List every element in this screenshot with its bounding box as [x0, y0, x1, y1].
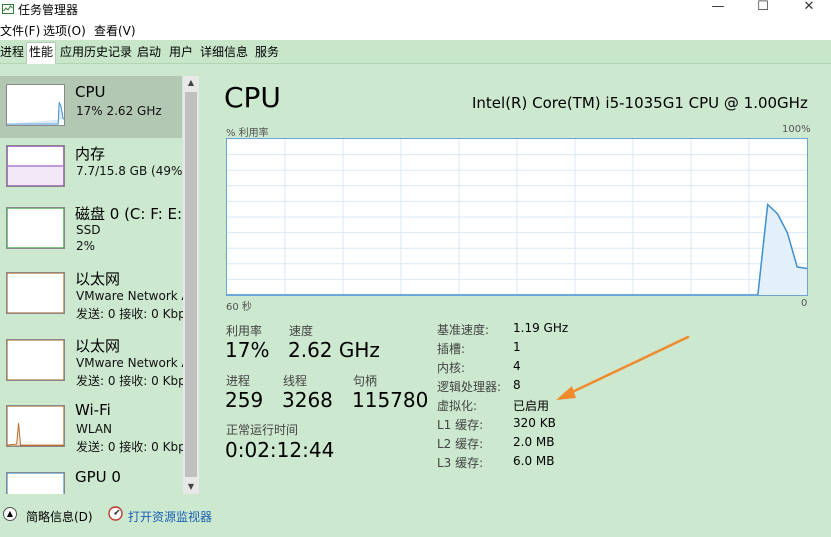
- graph-y-axis-label: % 利用率: [226, 128, 269, 139]
- speed-label: 速度: [289, 324, 314, 338]
- sidebar-scrollbar[interactable]: ▲ ▼: [183, 76, 199, 494]
- memory-thumbnail-graph: [6, 145, 65, 187]
- sidebar-item-wifi[interactable]: Wi-Fi WLAN 发送: 0 接收: 0 Kbp: [0, 399, 186, 461]
- spec-value-l2-cache: 2.0 MB: [513, 435, 555, 449]
- sidebar-item-line2: 发送: 0 接收: 0 Kbp: [76, 440, 186, 454]
- processes-label: 进程: [226, 374, 251, 388]
- cpu-model-name: Intel(R) Core(TM) i5-1035G1 CPU @ 1.00GH…: [472, 94, 808, 112]
- spec-value-virtualization: 已启用: [513, 399, 550, 413]
- cpu-utilization-graph: [226, 138, 808, 296]
- sidebar-item-line1: WLAN: [76, 422, 113, 436]
- menu-view[interactable]: 查看(V): [94, 22, 136, 39]
- spec-value-base-speed: 1.19 GHz: [513, 321, 569, 335]
- ethernet-thumbnail-graph: [6, 339, 65, 381]
- tab-startup[interactable]: 启动: [135, 43, 163, 63]
- tab-details[interactable]: 详细信息: [198, 43, 250, 63]
- sidebar-item-line2: 发送: 0 接收: 0 Kbp: [76, 374, 186, 388]
- tab-services[interactable]: 服务: [253, 43, 281, 63]
- sidebar-item-line1: 17% 2.62 GHz: [76, 104, 162, 118]
- tab-bar: 进程 性能 应用历史记录 启动 用户 详细信息 服务: [0, 40, 831, 64]
- sidebar-item-title: 磁盘 0 (C: F: E:: [75, 205, 183, 223]
- sidebar-item-line1: 7.7/15.8 GB (49%): [76, 164, 188, 178]
- annotation-arrow-icon: [556, 335, 690, 400]
- sidebar-item-cpu[interactable]: CPU 17% 2.62 GHz: [0, 76, 182, 138]
- window-title: 任务管理器: [18, 3, 79, 17]
- threads-label: 线程: [283, 374, 308, 388]
- footer-bar: ▲ 简略信息(D) 打开资源监视器: [0, 494, 831, 537]
- graph-x-end-label: 0: [801, 298, 808, 309]
- spec-value-sockets: 1: [513, 340, 521, 354]
- sidebar-item-gpu[interactable]: GPU 0: [0, 466, 182, 494]
- wifi-thumbnail-graph: [6, 405, 65, 447]
- sidebar-item-title: 以太网: [75, 337, 121, 355]
- minimize-button[interactable]: —: [695, 0, 741, 18]
- title-bar: 任务管理器 — ☐ ✕: [0, 0, 831, 20]
- sidebar-item-line1: VMware Network A: [76, 356, 190, 370]
- fewer-details-button[interactable]: 简略信息(D): [26, 508, 93, 525]
- spec-label-base-speed: 基准速度:: [437, 323, 490, 337]
- performance-panel: CPU 17% 2.62 GHz 内存 7.7/15.8 GB (49%) 磁盘…: [0, 64, 831, 494]
- detail-title: CPU: [224, 81, 281, 114]
- handles-value: 115780: [352, 388, 429, 412]
- threads-value: 3268: [282, 388, 333, 412]
- spec-value-l1-cache: 320 KB: [513, 416, 556, 430]
- sidebar-item-disk[interactable]: 磁盘 0 (C: F: E: SSD 2%: [0, 201, 182, 263]
- processes-value: 259: [225, 388, 264, 412]
- close-button[interactable]: ✕: [786, 0, 831, 18]
- sidebar-item-title: GPU 0: [75, 468, 121, 486]
- gpu-thumbnail-graph: [6, 472, 65, 494]
- sidebar-item-title: 内存: [75, 145, 106, 163]
- ethernet-thumbnail-graph: [6, 272, 65, 314]
- spec-label-cores: 内核:: [437, 361, 466, 375]
- sidebar-item-line1: SSD: [76, 223, 101, 237]
- scroll-up-arrow-icon[interactable]: ▲: [183, 76, 199, 90]
- menu-bar: 文件(F) 选项(O) 查看(V): [0, 20, 831, 40]
- sidebar-item-title: 以太网: [75, 270, 121, 288]
- utilization-label: 利用率: [226, 324, 263, 338]
- tab-processes[interactable]: 进程: [0, 43, 26, 63]
- scroll-thumb[interactable]: [185, 92, 197, 477]
- collapse-chevron-up-icon[interactable]: ▲: [3, 507, 17, 521]
- sidebar-item-line1: VMware Network A: [76, 289, 190, 303]
- sidebar-item-ethernet-1[interactable]: 以太网 VMware Network A 发送: 0 接收: 0 Kbp: [0, 266, 190, 328]
- uptime-value: 0:02:12:44: [225, 438, 335, 462]
- sidebar-item-line2: 2%: [76, 239, 96, 253]
- handles-label: 句柄: [353, 374, 378, 388]
- resource-monitor-icon[interactable]: [108, 506, 123, 521]
- sidebar-item-ethernet-2[interactable]: 以太网 VMware Network A 发送: 0 接收: 0 Kbp: [0, 333, 190, 395]
- disk-thumbnail-graph: [6, 207, 65, 249]
- scroll-down-arrow-icon[interactable]: ▼: [183, 480, 199, 494]
- speed-value: 2.62 GHz: [288, 338, 380, 362]
- spec-label-l3-cache: L3 缓存:: [437, 456, 484, 470]
- tab-performance[interactable]: 性能: [26, 42, 57, 64]
- menu-options[interactable]: 选项(O): [43, 22, 86, 39]
- spec-label-l2-cache: L2 缓存:: [437, 437, 484, 451]
- spec-label-logical-processors: 逻辑处理器:: [437, 380, 502, 394]
- spec-label-sockets: 插槽:: [437, 342, 466, 356]
- task-manager-app-icon: [2, 4, 14, 14]
- resource-list: CPU 17% 2.62 GHz 内存 7.7/15.8 GB (49%) 磁盘…: [0, 76, 206, 494]
- spec-value-cores: 4: [513, 359, 521, 373]
- graph-y-max-label: 100%: [782, 124, 811, 135]
- maximize-button[interactable]: ☐: [740, 0, 786, 18]
- spec-value-logical-processors: 8: [513, 378, 521, 392]
- graph-x-start-label: 60 秒: [226, 302, 252, 313]
- uptime-label: 正常运行时间: [226, 423, 299, 437]
- sidebar-item-line2: 发送: 0 接收: 0 Kbp: [76, 307, 186, 321]
- tab-app-history[interactable]: 应用历史记录: [58, 43, 134, 63]
- spec-value-l3-cache: 6.0 MB: [513, 454, 555, 468]
- spec-label-l1-cache: L1 缓存:: [437, 418, 484, 432]
- sidebar-item-title: CPU: [75, 83, 106, 101]
- sidebar-item-title: Wi-Fi: [75, 401, 111, 419]
- cpu-thumbnail-graph: [6, 84, 65, 126]
- sidebar-item-memory[interactable]: 内存 7.7/15.8 GB (49%): [0, 139, 187, 201]
- menu-file[interactable]: 文件(F): [0, 22, 40, 39]
- tab-users[interactable]: 用户: [167, 43, 195, 63]
- spec-label-virtualization: 虚拟化:: [437, 399, 478, 413]
- open-resource-monitor-link[interactable]: 打开资源监视器: [128, 508, 212, 525]
- utilization-value: 17%: [225, 338, 270, 362]
